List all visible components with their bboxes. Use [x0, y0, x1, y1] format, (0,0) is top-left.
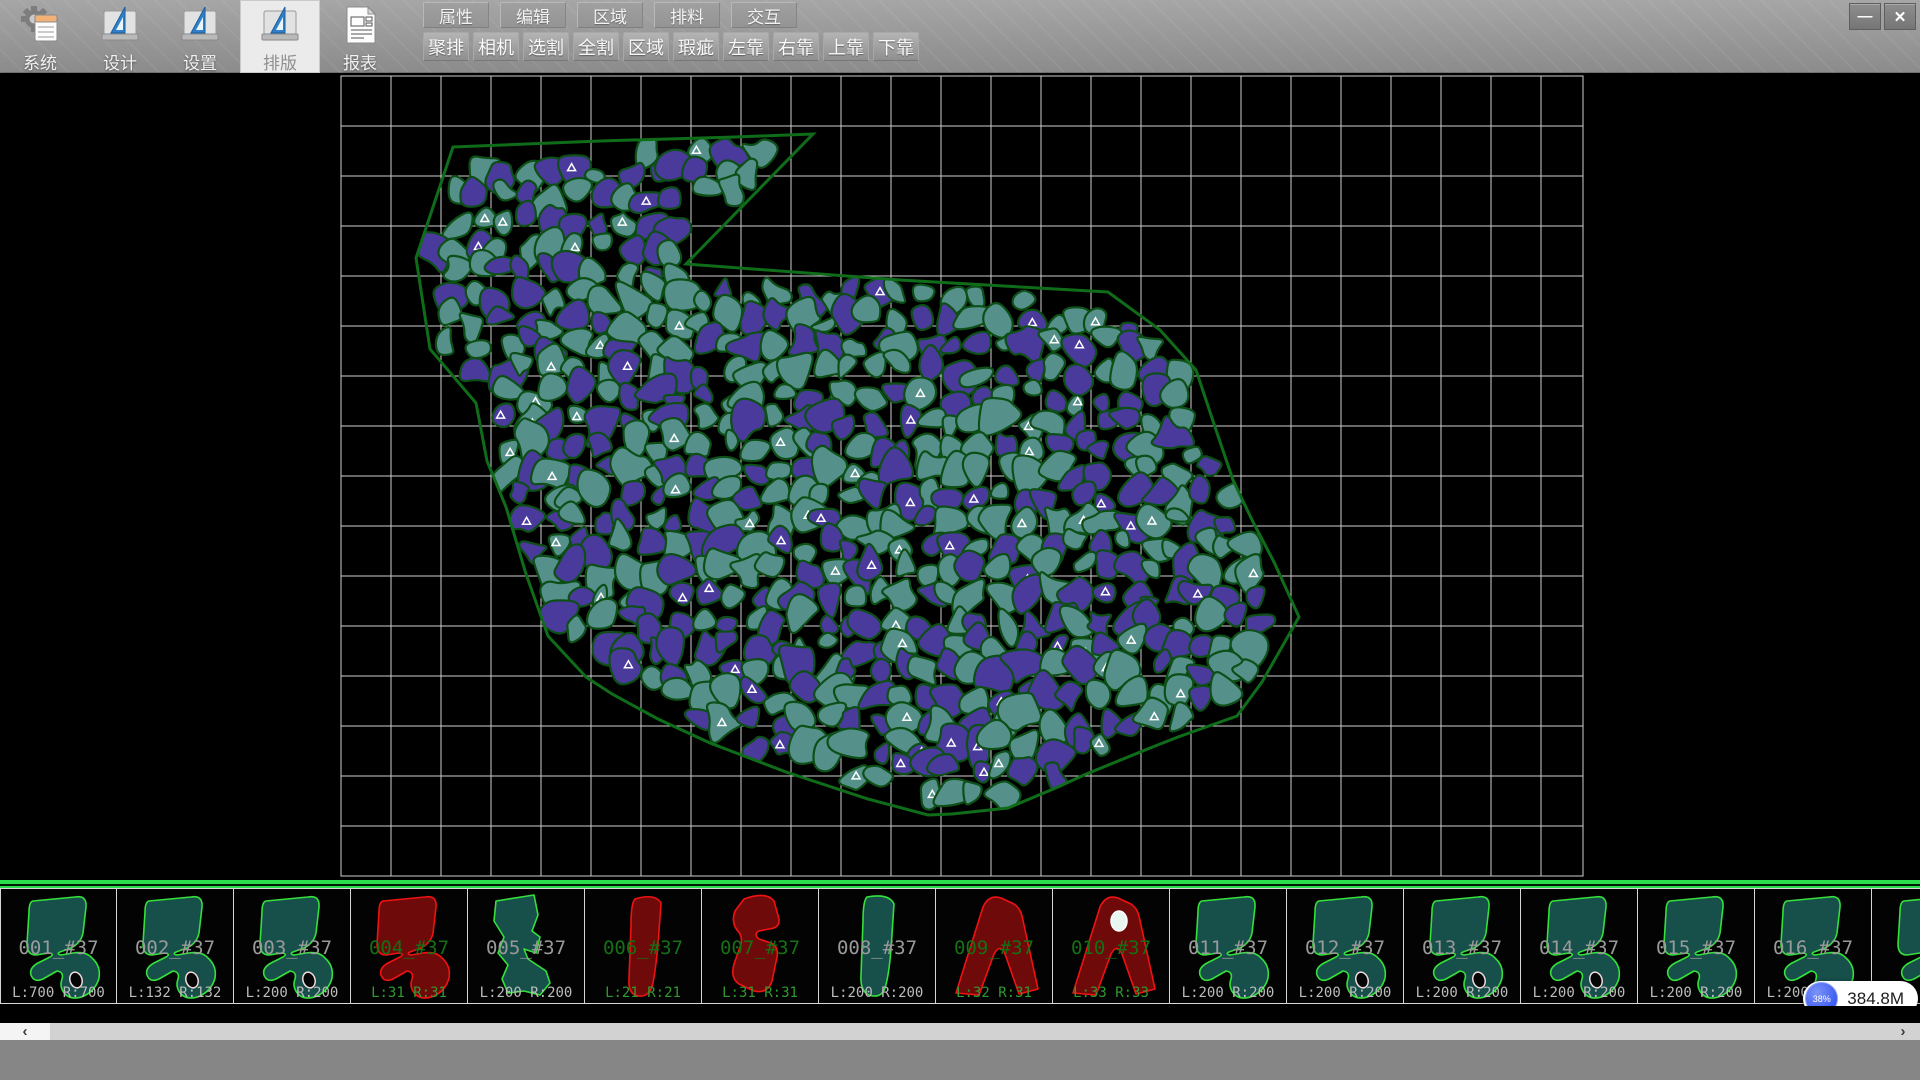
tool-button-10[interactable]: 下靠	[873, 32, 919, 61]
piece-shape-arch	[936, 889, 1051, 1003]
tool-button-7[interactable]: 左靠	[723, 32, 769, 61]
piece-shape-slab	[585, 889, 700, 1003]
status-bar	[0, 1040, 1920, 1080]
nesting-canvas[interactable]	[0, 73, 1920, 880]
scroll-left-button[interactable]: ‹	[0, 1023, 50, 1040]
piece-shape-boot_hole	[1, 889, 116, 1003]
window-controls: —✕	[1849, 3, 1916, 30]
settings-ruler-icon	[178, 3, 222, 47]
tool-button-9[interactable]: 上靠	[823, 32, 869, 61]
nested-pieces[interactable]	[415, 136, 1275, 812]
menu-tab-row: 属性编辑区域排料交互	[423, 2, 923, 28]
horizontal-scrollbar[interactable]: ‹ ›	[0, 1023, 1920, 1040]
memory-percent: 38%	[1813, 994, 1831, 1004]
main-tab-report[interactable]: 报表	[320, 0, 400, 73]
piece-thumb-007_#37[interactable]: 007_#37L:31 R:31	[702, 888, 819, 1004]
piece-thumb-001_#37[interactable]: 001_#37L:700 R:700	[0, 888, 117, 1004]
piece-shape-boot	[351, 889, 466, 1003]
menu-tab-4[interactable]: 排料	[654, 2, 720, 28]
piece-shape-arch_hole	[1053, 889, 1168, 1003]
piece-thumb-014_#37[interactable]: 014_#37L:200 R:200	[1521, 888, 1638, 1004]
nesting-canvas-svg	[0, 73, 1920, 880]
strip-bottom-gap	[0, 1006, 1920, 1023]
main-tab-label: 设计	[103, 49, 137, 74]
main-tab-bar: 系统 设计 设置 排版 报表	[0, 0, 400, 73]
tool-button-2[interactable]: 相机	[473, 32, 519, 61]
piece-thumb-013_#37[interactable]: 013_#37L:200 R:200	[1404, 888, 1521, 1004]
piece-shape-bracket	[702, 889, 817, 1003]
piece-thumb-003_#37[interactable]: 003_#37L:200 R:200	[234, 888, 351, 1004]
menu-tab-1[interactable]: 属性	[423, 2, 489, 28]
minimize-button[interactable]: —	[1849, 3, 1881, 30]
piece-shape-boot_hole	[117, 889, 232, 1003]
menu-tab-5[interactable]: 交互	[731, 2, 797, 28]
piece-shape-boot_hole	[234, 889, 349, 1003]
main-tab-nesting[interactable]: 排版	[240, 0, 320, 73]
piece-thumb-002_#37[interactable]: 002_#37L:132 R:132	[117, 888, 234, 1004]
piece-thumb-012_#37[interactable]: 012_#37L:200 R:200	[1287, 888, 1404, 1004]
piece-thumb-006_#37[interactable]: 006_#37L:21 R:21	[585, 888, 702, 1004]
tool-button-5[interactable]: 区域	[623, 32, 669, 61]
main-tab-label: 设置	[183, 49, 217, 74]
system-gear-icon	[18, 3, 62, 47]
piece-thumb-011_#37[interactable]: 011_#37L:200 R:200	[1170, 888, 1287, 1004]
menu-tab-2[interactable]: 编辑	[500, 2, 566, 28]
scroll-right-button[interactable]: ›	[1886, 1023, 1920, 1040]
main-tab-settings[interactable]: 设置	[160, 0, 240, 73]
piece-shape-boot_hole	[1404, 889, 1519, 1003]
tool-button-row: 聚排相机选割全割区域瑕疵左靠右靠上靠下靠	[423, 32, 923, 61]
nesting-ruler-icon	[258, 3, 302, 47]
piece-thumb-010_#37[interactable]: 010_#37L:33 R:33	[1053, 888, 1170, 1004]
main-tab-system[interactable]: 系统	[0, 0, 80, 73]
main-tab-design[interactable]: 设计	[80, 0, 160, 73]
piece-thumb-005_#37[interactable]: 005_#37L:200 R:200	[468, 888, 585, 1004]
main-tab-label: 系统	[23, 49, 57, 74]
main-toolbar: 系统 设计 设置 排版 报表 属性编辑区域排料交互 聚排相机选割全割区域瑕疵左靠…	[0, 0, 1920, 73]
menu-area: 属性编辑区域排料交互 聚排相机选割全割区域瑕疵左靠右靠上靠下靠	[423, 2, 923, 61]
piece-shape-boot_hole	[1287, 889, 1402, 1003]
piece-thumb-009_#37[interactable]: 009_#37L:32 R:31	[936, 888, 1053, 1004]
piece-shape-boot	[1170, 889, 1285, 1003]
tool-button-8[interactable]: 右靠	[773, 32, 819, 61]
piece-shape-boot_hole	[1521, 889, 1636, 1003]
piece-thumb-015_#37[interactable]: 015_#37L:200 R:200	[1638, 888, 1755, 1004]
piece-shape-fold	[468, 889, 583, 1003]
tool-button-4[interactable]: 全割	[573, 32, 619, 61]
main-tab-label: 报表	[343, 49, 377, 74]
report-document-icon	[338, 3, 382, 47]
pieces-strip: 001_#37L:700 R:700002_#37L:132 R:132003_…	[0, 888, 1920, 1006]
menu-tab-3[interactable]: 区域	[577, 2, 643, 28]
strip-top-border	[0, 880, 1920, 888]
tool-button-1[interactable]: 聚排	[423, 32, 469, 61]
main-tab-label: 排版	[263, 49, 297, 74]
piece-shape-boot	[1638, 889, 1753, 1003]
close-button[interactable]: ✕	[1884, 3, 1916, 30]
piece-thumb-004_#37[interactable]: 004_#37L:31 R:31	[351, 888, 468, 1004]
tool-button-3[interactable]: 选割	[523, 32, 569, 61]
piece-thumb-008_#37[interactable]: 008_#37L:200 R:200	[819, 888, 936, 1004]
piece-shape-pill	[819, 889, 934, 1003]
design-ruler-icon	[98, 3, 142, 47]
tool-button-6[interactable]: 瑕疵	[673, 32, 719, 61]
